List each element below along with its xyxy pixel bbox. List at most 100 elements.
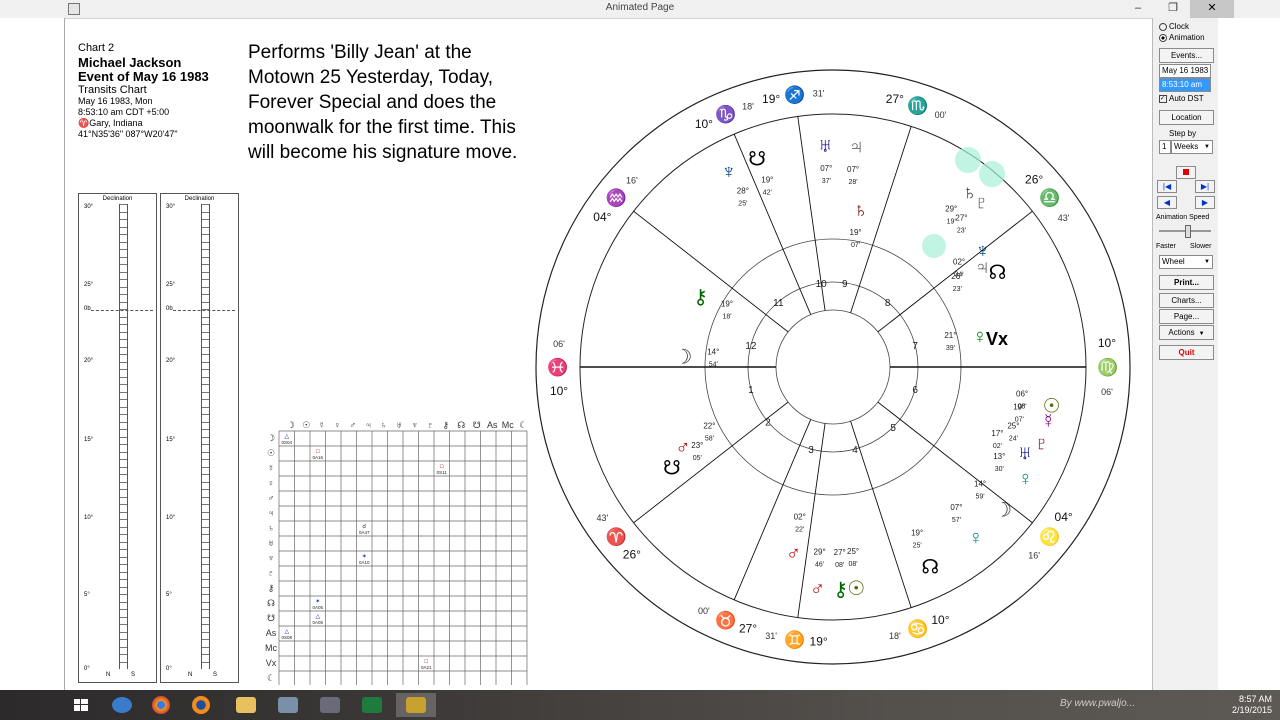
folder-icon — [236, 697, 256, 713]
minimize-button[interactable]: – — [1123, 0, 1153, 18]
planet-minutes: 46' — [815, 562, 824, 569]
aspect-orb: 0A16 — [312, 455, 323, 460]
animation-radio[interactable]: Animation — [1159, 33, 1205, 42]
scale-tick — [120, 294, 127, 295]
chart-label: Chart 2 — [78, 42, 115, 54]
scale-tick — [202, 376, 209, 378]
scale-tick — [120, 654, 127, 655]
declination-tick-label: 25° — [166, 282, 176, 288]
scale-tick — [202, 466, 209, 468]
highlight-blob — [955, 147, 981, 173]
auto-dst-checkbox[interactable]: ✓ Auto DST — [1159, 94, 1204, 103]
scale-tick — [202, 496, 209, 498]
taskbar-firefox-app[interactable] — [182, 693, 222, 717]
scale-tick — [120, 586, 127, 588]
scale-tick — [202, 361, 209, 363]
cusp-sign-glyph: ♈ — [606, 526, 627, 546]
planet-degree: 14° — [974, 479, 986, 488]
charts-button[interactable]: Charts... — [1159, 293, 1214, 308]
speed-slider[interactable] — [1159, 225, 1211, 238]
planet-degree: 07° — [950, 503, 962, 512]
taskbar-astrology-app-active[interactable] — [396, 693, 436, 717]
forward-button[interactable]: ▶ — [1195, 196, 1215, 209]
scale-tick — [202, 226, 209, 228]
planet-minutes: 23' — [953, 286, 962, 293]
first-button[interactable]: |◀ — [1157, 180, 1177, 193]
speed-slider-thumb[interactable] — [1185, 225, 1191, 238]
scale-tick — [202, 219, 209, 220]
cusp-minutes: 00' — [935, 110, 947, 120]
taskbar-explorer-app[interactable] — [226, 693, 266, 717]
last-button[interactable]: ▶| — [1195, 180, 1215, 193]
planet-minutes: 02' — [993, 443, 1002, 450]
step-value-field[interactable]: 1 — [1159, 140, 1171, 154]
declination-tick-label: 0b — [166, 306, 173, 312]
chevron-down-icon: ▼ — [1204, 144, 1210, 150]
events-button[interactable]: Events... — [1159, 48, 1214, 63]
taskbar-app-6[interactable] — [310, 693, 350, 717]
planet-glyph: ⚷ — [693, 287, 708, 309]
wheel-select[interactable]: Wheel ▼ — [1159, 255, 1213, 269]
scale-tick — [202, 616, 209, 618]
date-field[interactable]: May 16 1983 — [1159, 64, 1211, 78]
window-left-border — [64, 18, 65, 690]
declination-tick-label: 5° — [166, 592, 172, 598]
faster-label: Faster — [1156, 243, 1176, 250]
scale-tick — [120, 436, 127, 438]
scale-tick — [202, 601, 209, 603]
house-number: 9 — [842, 279, 848, 290]
animation-radio-icon — [1159, 33, 1167, 42]
scale-tick — [202, 331, 209, 333]
out-of-bounds-line — [173, 310, 235, 311]
scale-tick — [120, 601, 127, 603]
planet-glyph: ♃ — [975, 256, 990, 278]
clock-label: Clock — [1169, 22, 1190, 31]
scale-tick — [120, 361, 127, 363]
taskbar-app-5[interactable] — [268, 693, 308, 717]
planet-minutes: 07' — [1015, 416, 1024, 423]
planet-minutes: 54' — [709, 362, 718, 369]
print-button[interactable]: Print... — [1159, 275, 1214, 290]
location-button[interactable]: Location — [1159, 110, 1214, 125]
planet-degree: 28° — [737, 186, 749, 195]
planet-degree: 22° — [703, 422, 715, 431]
system-clock[interactable]: 8:57 AM 2/19/2015 — [1232, 694, 1272, 716]
planet-degree: 02° — [953, 257, 965, 266]
actions-button[interactable]: Actions ▼ — [1159, 325, 1214, 340]
aspect-orb: 0A05 — [312, 620, 323, 625]
start-button[interactable] — [62, 693, 102, 717]
time-field[interactable]: 8:53:10 am — [1159, 78, 1211, 92]
desktop-right-margin — [1217, 18, 1280, 690]
cusp-minutes: 06' — [553, 339, 565, 349]
scale-tick — [120, 451, 127, 453]
scale-tick — [120, 369, 127, 370]
clock-radio[interactable]: Clock — [1159, 22, 1189, 31]
page-button[interactable]: Page... — [1159, 309, 1214, 324]
house-cusp-line — [633, 210, 789, 333]
scale-tick — [120, 661, 127, 663]
cusp-minutes: 43' — [596, 513, 608, 523]
taskbar-ie-app[interactable] — [102, 693, 142, 717]
back-button[interactable]: ◀ — [1157, 196, 1177, 209]
quit-button[interactable]: Quit — [1159, 345, 1214, 360]
south-label: S — [131, 672, 136, 678]
scale-tick — [202, 406, 209, 408]
cusp-minutes: 18' — [889, 631, 901, 641]
close-button[interactable]: ✕ — [1190, 0, 1234, 18]
planet-degree: 21° — [944, 331, 956, 340]
planet-glyph: ♇ — [974, 192, 989, 214]
stop-button[interactable] — [1176, 166, 1196, 179]
restore-button[interactable]: ❐ — [1158, 0, 1188, 18]
grid-header-glyph: ⚷ — [442, 420, 449, 430]
forward-icon: ▶ — [1201, 198, 1209, 207]
taskbar-excel-app[interactable] — [352, 693, 392, 717]
scale-tick — [202, 541, 209, 543]
cusp-minutes: 31' — [765, 631, 777, 641]
chart-place: ♈Gary, Indiana — [78, 118, 143, 128]
aspect-orb: 0S08 — [281, 635, 292, 640]
back-icon: ◀ — [1163, 198, 1171, 207]
house-number: 12 — [745, 341, 757, 352]
taskbar-chrome-app[interactable] — [142, 693, 182, 717]
out-of-bounds-line — [91, 310, 153, 311]
step-unit-select[interactable]: Weeks ▼ — [1171, 140, 1213, 154]
